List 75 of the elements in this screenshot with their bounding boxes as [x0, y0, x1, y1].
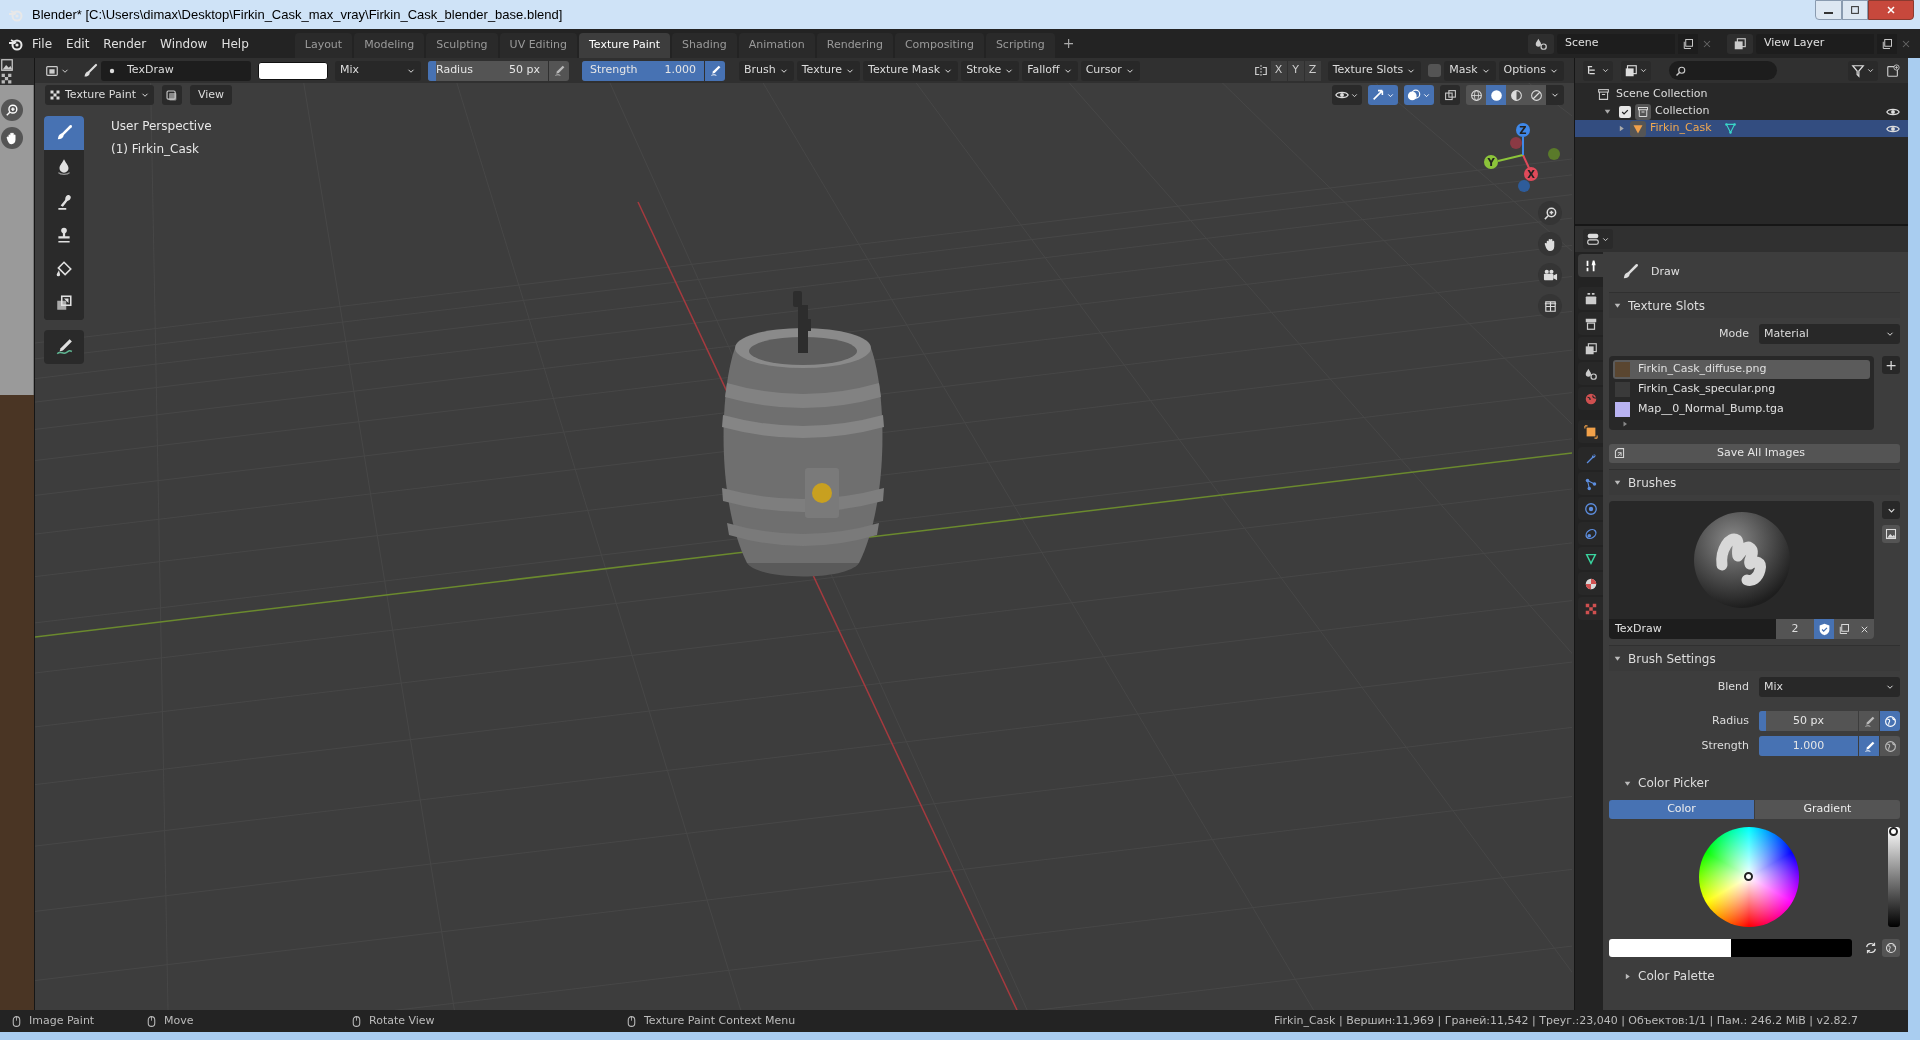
view-layer-selector[interactable]: View Layer — [1756, 33, 1874, 54]
menu-dropdown[interactable]: Stroke — [961, 60, 1020, 81]
outliner-item[interactable]: Collection — [1655, 103, 1725, 120]
window-title: Blender* [C:\Users\dimax\Desktop\Firkin_Cask_max_vray\Firkin_Cask_blender_base.blend] — [32, 5, 564, 24]
strength-slider[interactable]: Strength 1.000 — [582, 60, 704, 81]
panel-header[interactable]: Brush Settings — [1628, 649, 1716, 668]
outliner-row[interactable]: Collection — [1575, 103, 1908, 120]
field-label: Strength — [1700, 737, 1749, 754]
blend-dropdown[interactable]: Mix — [1759, 677, 1900, 697]
tool-name: Draw — [1651, 263, 1680, 280]
menu-dropdown[interactable]: Falloff — [1022, 60, 1078, 81]
menu-item[interactable]: Window — [154, 34, 214, 53]
menu-dropdown[interactable]: Cursor — [1080, 60, 1140, 81]
scene-statistics: Firkin_Cask | Вершин:11,969 | Граней:11,542 | Треуг.:23,040 | Объектов:1/1 | Пам.: 246.2 MiB | v2.82.7 — [1273, 1012, 1859, 1029]
workspace-tab[interactable]: Shading — [671, 33, 737, 58]
outliner-item[interactable]: Firkin_Cask — [1650, 120, 1720, 137]
gizmo-axis-label: Y — [1487, 157, 1495, 168]
workspace-tab[interactable]: Scripting — [985, 33, 1055, 58]
status-hint: Rotate View — [369, 1012, 436, 1029]
radius-slider[interactable]: Radius 50 px — [428, 60, 548, 81]
texture-slot-item[interactable]: Map__0_Normal_Bump.tga — [1613, 400, 1870, 419]
viewport-info-text: User Perspective — [111, 118, 212, 135]
user-count[interactable]: 2 — [1776, 619, 1814, 639]
color-mode-tab[interactable]: Color — [1609, 800, 1754, 819]
workspace-tab[interactable]: Compositing — [894, 33, 984, 58]
panel-header[interactable]: Color Picker — [1638, 774, 1709, 792]
panel-header[interactable]: Brushes — [1628, 473, 1677, 492]
workspace-tab[interactable]: Texture Paint — [579, 33, 670, 58]
brush-selector[interactable]: TexDraw — [101, 60, 251, 81]
scene-selector[interactable]: Scene — [1557, 33, 1675, 54]
menu-dropdown[interactable]: Brush — [739, 60, 794, 81]
viewport-info-text: (1) Firkin_Cask — [111, 141, 200, 158]
status-hint: Texture Paint Context Menu — [644, 1012, 797, 1029]
field-label: Radius — [1711, 712, 1749, 729]
menu-dropdown[interactable]: Texture Mask — [863, 60, 959, 81]
mode-dropdown[interactable]: Material — [1759, 324, 1900, 344]
status-hint: Image Paint — [29, 1012, 96, 1029]
workspace-tab[interactable]: Sculpting — [426, 33, 498, 58]
field-label: Blend — [1716, 678, 1749, 695]
panel-header[interactable]: Color Palette — [1638, 967, 1715, 985]
menu-item[interactable]: Edit — [60, 34, 96, 53]
save-all-images-button[interactable]: Save All Images — [1609, 444, 1900, 463]
workspace-tab[interactable]: Layout — [294, 33, 353, 58]
menu-item[interactable]: File — [26, 34, 59, 53]
texture-slot-item[interactable]: Firkin_Cask_specular.png — [1613, 380, 1870, 399]
add-slot-button[interactable]: + — [1882, 356, 1900, 374]
texture-slot-item[interactable]: Firkin_Cask_diffuse.png — [1613, 360, 1870, 379]
status-hint: Move — [164, 1012, 195, 1029]
gizmo-axis-label: Z — [1519, 125, 1527, 136]
workspace-tab[interactable]: Rendering — [816, 33, 893, 58]
gizmo-axis-label: X — [1527, 169, 1535, 180]
symmetry-toggle[interactable]: Z — [1304, 60, 1321, 81]
color-mode-tab[interactable]: Gradient — [1755, 800, 1900, 819]
texture-slots-dropdown[interactable]: Texture Slots — [1327, 60, 1422, 81]
mask-dropdown[interactable]: Mask — [1444, 60, 1496, 81]
panel-header[interactable]: Texture Slots — [1628, 296, 1705, 315]
outliner-item[interactable]: Scene Collection — [1616, 86, 1708, 103]
brush-name-field[interactable]: TexDraw — [1609, 619, 1776, 639]
menu-item[interactable]: Render — [97, 34, 153, 53]
symmetry-toggle[interactable]: Y — [1287, 60, 1304, 81]
workspace-tab[interactable]: UV Editing — [499, 33, 577, 58]
view-menu[interactable]: View — [190, 85, 233, 105]
symmetry-toggle[interactable]: X — [1270, 60, 1287, 81]
blend-dropdown[interactable]: Mix — [335, 60, 421, 81]
options-dropdown[interactable]: Options — [1498, 60, 1564, 81]
workspace-tab[interactable]: Animation — [738, 33, 815, 58]
add-workspace-button[interactable]: + — [1056, 33, 1081, 54]
menu-item[interactable]: Help — [215, 34, 255, 53]
workspace-tab[interactable]: Modeling — [354, 33, 425, 58]
strength-slider[interactable]: 1.000 — [1759, 736, 1858, 756]
outliner-row[interactable]: Firkin_Cask — [1575, 120, 1908, 137]
mode-dropdown[interactable]: Texture Paint — [45, 85, 154, 105]
field-label: Mode — [1718, 325, 1749, 342]
radius-slider[interactable]: 50 px — [1759, 711, 1858, 731]
menu-dropdown[interactable]: Texture — [796, 60, 861, 81]
